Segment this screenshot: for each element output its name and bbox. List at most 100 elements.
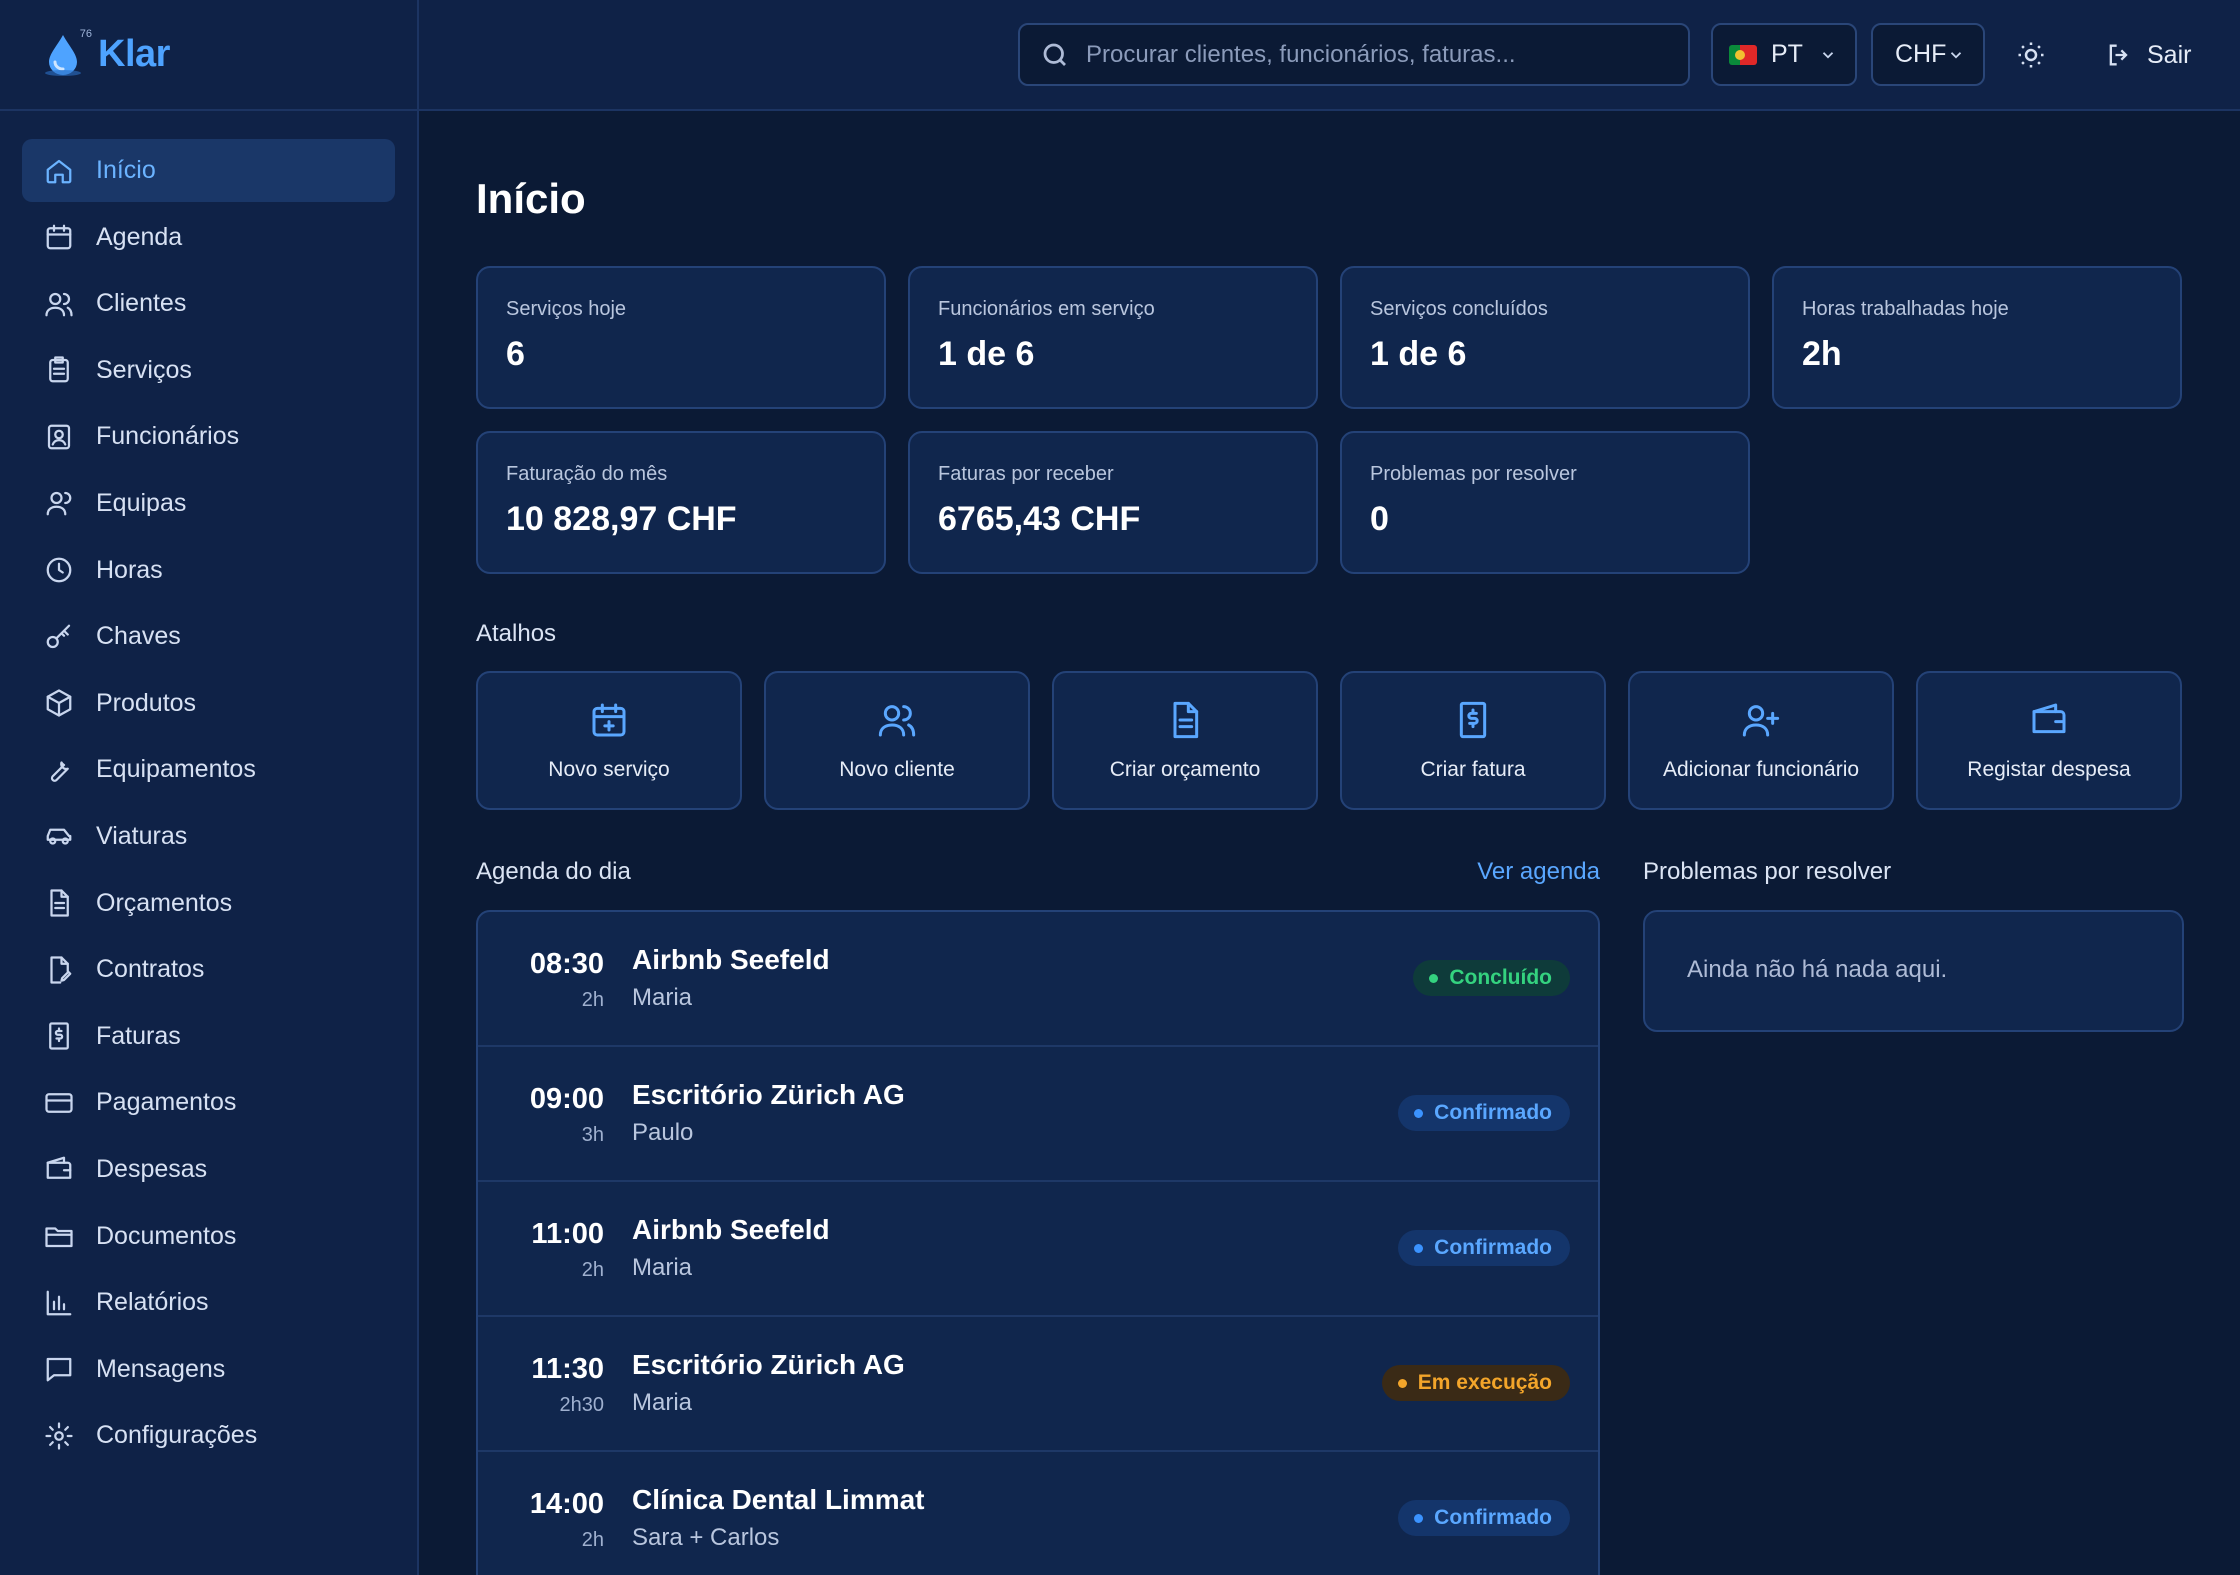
home-icon [42, 154, 76, 188]
shortcut-criar-orcamento[interactable]: Criar orçamento [1052, 671, 1318, 810]
stat-label: Faturas por receber [938, 463, 1114, 485]
brand-name: Klar [98, 33, 170, 75]
sun-icon [2018, 42, 2044, 68]
sidebar-item-label: Despesas [96, 1154, 208, 1183]
status-badge: Confirmado [1398, 1500, 1570, 1536]
chevron-down-icon [1950, 51, 1962, 59]
sidebar-item-agenda[interactable]: Agenda [22, 206, 395, 269]
sidebar-item-produtos[interactable]: Produtos [22, 672, 395, 735]
stat-card-servicos-hoje: Serviços hoje 6 [476, 266, 886, 409]
wrench-icon [42, 753, 76, 787]
sidebar-item-horas[interactable]: Horas [22, 539, 395, 602]
sidebar-item-relatorios[interactable]: Relatórios [22, 1271, 395, 1334]
sidebar-item-pagamentos[interactable]: Pagamentos [22, 1071, 395, 1134]
document-icon [42, 886, 76, 920]
agenda-item[interactable]: 11:00 2h Airbnb Seefeld Maria Confirmado [478, 1182, 1598, 1317]
users-icon [878, 704, 916, 736]
agenda-staff: Paulo [632, 1119, 694, 1146]
sidebar-item-label: Horas [96, 555, 163, 584]
sidebar-item-label: Produtos [96, 688, 197, 717]
agenda-duration: 3h [581, 1124, 604, 1146]
stat-card-horas: Horas trabalhadas hoje 2h [1772, 266, 2182, 409]
theme-toggle-button[interactable] [2009, 33, 2053, 77]
message-icon [42, 1352, 76, 1386]
sidebar-item-configuracoes[interactable]: Configurações [22, 1404, 395, 1467]
sidebar-item-documentos[interactable]: Documentos [22, 1205, 395, 1268]
sidebar-item-clientes[interactable]: Clientes [22, 272, 395, 335]
sidebar: 76 Klar Início Agenda Clientes Serviços [0, 0, 419, 1575]
document-icon [1173, 701, 1199, 738]
sidebar-item-inicio[interactable]: Início [22, 139, 395, 202]
language-select[interactable]: PT [1711, 23, 1857, 86]
shortcut-label: Novo serviço [548, 757, 670, 781]
shortcut-novo-cliente[interactable]: Novo cliente [764, 671, 1030, 810]
status-badge: Confirmado [1398, 1095, 1570, 1131]
search-input[interactable] [1086, 40, 1688, 69]
agenda-time: 11:30 [531, 1353, 604, 1385]
agenda-time: 14:00 [529, 1488, 604, 1520]
logout-button[interactable]: Sair [2105, 33, 2191, 77]
sidebar-item-viaturas[interactable]: Viaturas [22, 805, 395, 868]
sidebar-item-label: Equipamentos [96, 755, 256, 784]
stat-label: Serviços concluídos [1370, 298, 1548, 320]
sidebar-nav: Início Agenda Clientes Serviços Funcioná… [0, 111, 417, 1499]
search-box[interactable] [1018, 23, 1690, 86]
status-badge: Confirmado [1398, 1230, 1570, 1266]
agenda-duration: 2h30 [559, 1394, 605, 1416]
stat-card-problemas: Problemas por resolver 0 [1340, 431, 1750, 574]
agenda-client: Clínica Dental Limmat [632, 1484, 925, 1515]
shortcut-label: Registar despesa [1967, 757, 2131, 781]
shortcut-registar-despesa[interactable]: Registar despesa [1916, 671, 2182, 810]
stat-value: 2h [1802, 335, 1842, 373]
folder-icon [42, 1219, 76, 1253]
user-plus-icon [1742, 704, 1780, 736]
sidebar-item-chaves[interactable]: Chaves [22, 605, 395, 668]
invoice-icon [1459, 701, 1487, 738]
credit-card-icon [42, 1086, 76, 1120]
sidebar-item-equipas[interactable]: Equipas [22, 472, 395, 535]
sidebar-item-label: Serviços [96, 355, 192, 384]
stat-value: 10 828,97 CHF [506, 500, 737, 538]
stat-value: 1 de 6 [938, 335, 1035, 373]
sidebar-item-orcamentos[interactable]: Orçamentos [22, 872, 395, 935]
sidebar-item-label: Chaves [96, 622, 181, 651]
agenda-item[interactable]: 14:00 2h Clínica Dental Limmat Sara + Ca… [478, 1452, 1598, 1575]
sidebar-item-funcionarios[interactable]: Funcionários [22, 405, 395, 468]
agenda-item[interactable]: 09:00 3h Escritório Zürich AG Paulo Conf… [478, 1047, 1598, 1182]
shortcut-novo-servico[interactable]: Novo serviço [476, 671, 742, 810]
stat-label: Serviços hoje [506, 298, 627, 320]
sidebar-item-faturas[interactable]: Faturas [22, 1005, 395, 1068]
sidebar-item-label: Relatórios [96, 1288, 209, 1317]
agenda-client: Escritório Zürich AG [632, 1079, 905, 1110]
sidebar-item-equipamentos[interactable]: Equipamentos [22, 738, 395, 801]
bar-chart-icon [42, 1286, 76, 1320]
stat-value: 6765,43 CHF [938, 500, 1141, 538]
agenda-duration: 2h [581, 989, 604, 1011]
portugal-flag-icon [1729, 44, 1757, 65]
agenda-item[interactable]: 11:30 2h30 Escritório Zürich AG Maria Em… [478, 1317, 1598, 1452]
sidebar-item-label: Faturas [96, 1021, 181, 1050]
wallet-icon [2032, 703, 2066, 733]
sidebar-item-despesas[interactable]: Despesas [22, 1138, 395, 1201]
droplet-logo-icon: 76 [40, 28, 92, 78]
currency-select[interactable]: CHF [1871, 23, 1985, 86]
box-icon [42, 686, 76, 720]
shortcut-criar-fatura[interactable]: Criar fatura [1340, 671, 1606, 810]
currency-value: CHF [1895, 40, 1947, 68]
sidebar-item-mensagens[interactable]: Mensagens [22, 1338, 395, 1401]
agenda-staff: Maria [632, 1389, 693, 1416]
agenda-item[interactable]: 08:30 2h Airbnb Seefeld Maria Concluído [478, 912, 1598, 1047]
status-badge: Em execução [1381, 1365, 1570, 1401]
stat-value: 1 de 6 [1370, 335, 1467, 373]
shortcut-adicionar-funcionario[interactable]: Adicionar funcionário [1628, 671, 1894, 810]
app-root: 76 Klar Início Agenda Clientes Serviços [0, 0, 2240, 1575]
sidebar-item-label: Orçamentos [96, 888, 233, 917]
brand[interactable]: 76 Klar [0, 0, 417, 111]
ver-agenda-link[interactable]: Ver agenda [1477, 858, 1600, 886]
sidebar-item-servicos[interactable]: Serviços [22, 339, 395, 402]
sidebar-item-contratos[interactable]: Contratos [22, 938, 395, 1001]
chevron-down-icon [1822, 51, 1834, 59]
agenda-client: Escritório Zürich AG [632, 1349, 905, 1380]
problems-title: Problemas por resolver [1643, 858, 1892, 885]
sidebar-item-label: Início [96, 156, 156, 184]
